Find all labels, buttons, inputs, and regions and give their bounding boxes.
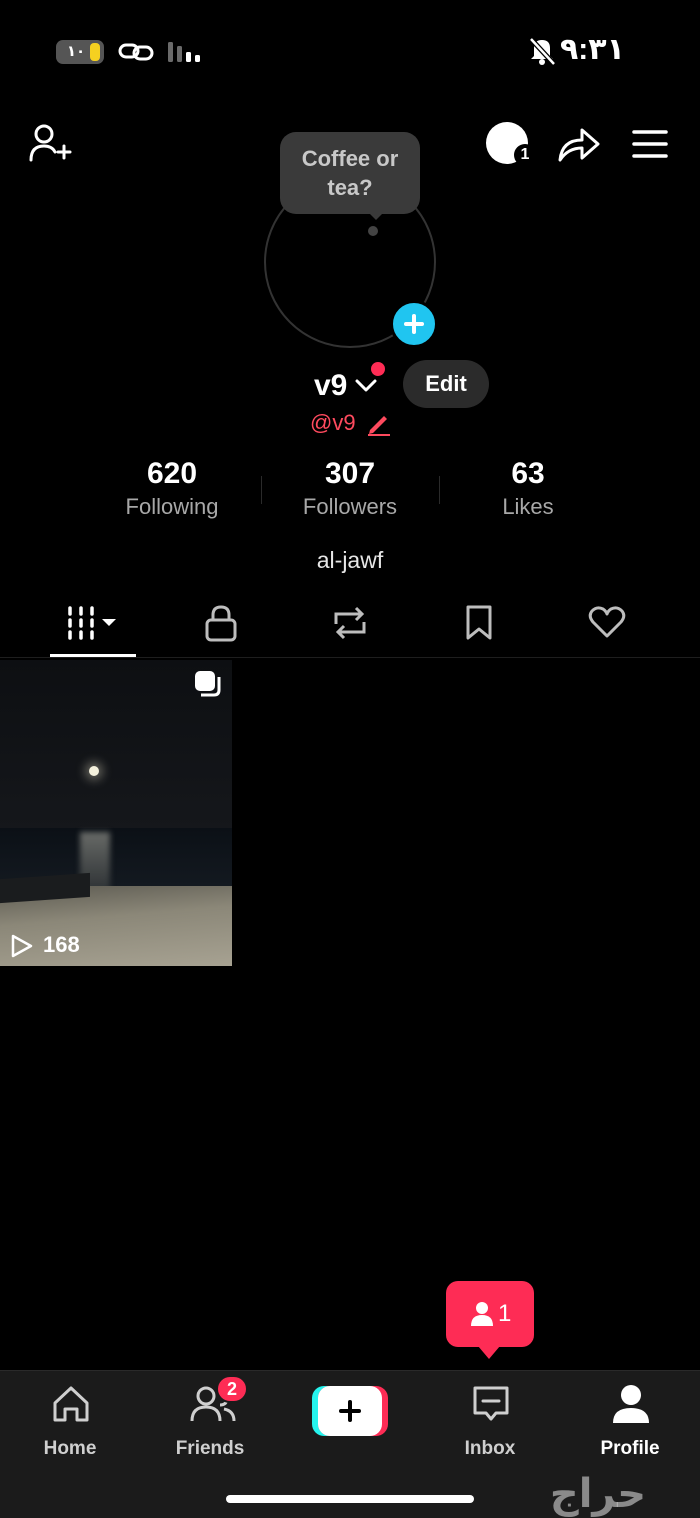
avatar-placeholder-dot — [368, 226, 378, 236]
grid-icon — [68, 606, 116, 640]
nav-home[interactable]: Home — [10, 1381, 130, 1461]
repost-icon — [334, 606, 366, 640]
nav-home-label: Home — [43, 1438, 97, 1459]
nav-friends-label: Friends — [175, 1438, 245, 1459]
nav-inbox[interactable]: Inbox — [430, 1381, 550, 1461]
watermark-logo: حراج — [549, 1471, 647, 1517]
story-avatar-button[interactable]: 1 — [484, 122, 536, 168]
new-follower-count: 1 — [498, 1300, 512, 1327]
profile-bio: al-jawf — [316, 547, 384, 573]
battery-level: ١٠ — [66, 43, 86, 60]
nav-profile-label: Profile — [600, 1438, 660, 1459]
tab-videos[interactable] — [28, 596, 158, 656]
active-tab-indicator — [50, 654, 136, 657]
nav-profile[interactable]: Profile — [570, 1381, 690, 1461]
heart-icon — [588, 606, 626, 638]
status-bar: ١٠ ٩:٣١ — [0, 0, 700, 100]
play-icon — [11, 934, 33, 958]
battery-icon: ١٠ — [56, 40, 104, 64]
inbox-icon — [473, 1386, 509, 1421]
stat-likes[interactable]: 63 Likes — [448, 456, 608, 522]
tab-liked[interactable] — [542, 596, 672, 656]
note-bubble[interactable]: Coffee or tea? — [280, 132, 420, 214]
tab-reposts[interactable] — [285, 596, 415, 656]
stat-divider — [261, 476, 262, 504]
add-friend-icon[interactable] — [28, 122, 74, 166]
home-icon — [53, 1386, 89, 1422]
home-indicator — [226, 1495, 474, 1503]
stat-followers[interactable]: 307 Followers — [270, 456, 430, 522]
person-icon — [471, 1302, 493, 1326]
stat-following-value: 620 — [146, 457, 198, 490]
handle-row[interactable]: @v9 — [300, 406, 400, 440]
nav-friends[interactable]: Friends — [150, 1381, 270, 1461]
stat-likes-value: 63 — [511, 457, 545, 490]
chevron-down-icon — [355, 379, 377, 392]
new-follower-popup[interactable]: 1 — [446, 1281, 534, 1347]
lock-icon — [205, 605, 237, 642]
bookmark-icon — [466, 605, 492, 640]
profile-icon — [613, 1385, 649, 1423]
profile-name: v9 — [314, 369, 348, 402]
stat-likes-label: Likes — [502, 494, 554, 519]
edit-profile-button[interactable]: Edit — [403, 360, 489, 408]
link-icon — [118, 43, 154, 61]
video-view-count: 168 — [43, 932, 80, 957]
signal-icon — [168, 42, 200, 62]
stat-following-label: Following — [125, 494, 219, 519]
create-button[interactable] — [312, 1386, 388, 1436]
stat-followers-value: 307 — [324, 457, 376, 490]
profile-handle: @v9 — [310, 410, 356, 435]
notification-dot — [371, 362, 385, 376]
bell-off-icon — [529, 37, 556, 66]
tab-private[interactable] — [156, 596, 286, 656]
popup-tail — [478, 1346, 500, 1359]
nav-inbox-label: Inbox — [464, 1438, 516, 1459]
stat-following[interactable]: 620 Following — [92, 456, 252, 522]
pencil-icon — [368, 416, 390, 436]
menu-icon[interactable] — [630, 126, 670, 162]
multi-clip-icon — [195, 671, 221, 697]
avatar-add-icon[interactable] — [390, 300, 438, 348]
stat-followers-label: Followers — [302, 494, 398, 519]
stat-divider — [439, 476, 440, 504]
note-bubble-tail — [366, 210, 386, 220]
share-icon[interactable] — [556, 122, 602, 166]
video-thumbnail[interactable] — [0, 660, 232, 966]
tab-favorites[interactable] — [414, 596, 544, 656]
friends-badge: 2 — [216, 1375, 248, 1403]
profile-tabs — [0, 596, 700, 658]
story-count-badge: 1 — [514, 144, 536, 166]
status-time: ٩:٣١ — [560, 33, 625, 66]
